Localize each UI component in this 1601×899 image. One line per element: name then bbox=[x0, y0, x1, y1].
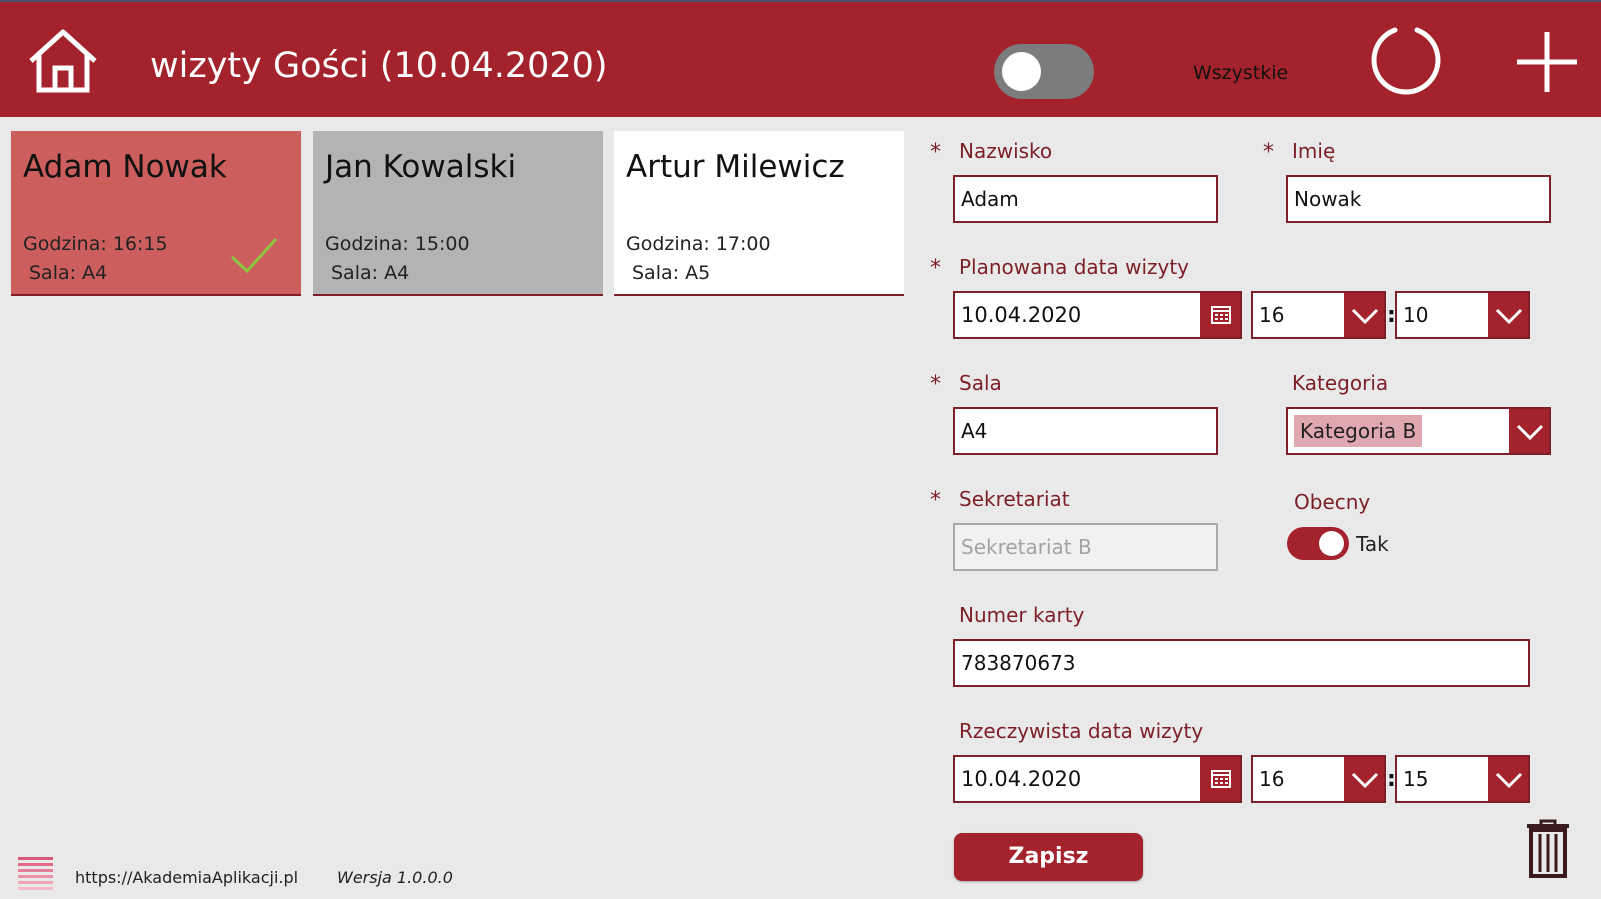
required-mark: * bbox=[930, 488, 941, 513]
add-icon[interactable] bbox=[1515, 30, 1579, 94]
required-mark: * bbox=[930, 256, 941, 281]
visitor-time: Godzina: 16:15 bbox=[23, 233, 168, 255]
visitor-name: Adam Nowak bbox=[23, 149, 227, 185]
actual-date-picker[interactable]: 10.04.2020 bbox=[953, 755, 1242, 803]
chevron-down-icon[interactable] bbox=[1488, 293, 1528, 337]
actual-date-value: 10.04.2020 bbox=[961, 767, 1082, 791]
show-all-label: Wszystkie bbox=[1193, 62, 1289, 84]
nazwisko-label: Nazwisko bbox=[959, 139, 1053, 163]
planned-date-value: 10.04.2020 bbox=[961, 303, 1082, 327]
visitor-time: Godzina: 15:00 bbox=[325, 233, 470, 255]
chevron-down-icon[interactable] bbox=[1344, 757, 1384, 801]
website-link[interactable]: https://AkademiaAplikacji.pl bbox=[75, 868, 298, 887]
required-mark: * bbox=[930, 140, 941, 165]
chevron-down-icon[interactable] bbox=[1488, 757, 1528, 801]
actual-minute-dropdown[interactable]: 15 bbox=[1395, 755, 1530, 803]
obecny-toggle[interactable] bbox=[1287, 527, 1349, 560]
actual-date-label: Rzeczywista data wizyty bbox=[959, 719, 1204, 743]
chevron-down-icon[interactable] bbox=[1344, 293, 1384, 337]
kategoria-selected-chip: Kategoria B bbox=[1294, 415, 1423, 447]
sekretariat-label: Sekretariat bbox=[959, 487, 1070, 511]
visitor-name: Jan Kowalski bbox=[325, 149, 517, 185]
imie-input[interactable]: Nowak bbox=[1286, 175, 1551, 223]
visitor-time: Godzina: 17:00 bbox=[626, 233, 771, 255]
obecny-value: Tak bbox=[1356, 532, 1389, 556]
visitor-card[interactable]: Jan Kowalski Godzina: 15:00 Sala: A4 bbox=[313, 131, 603, 296]
sekretariat-input: Sekretariat B bbox=[953, 523, 1218, 571]
planned-hour-value: 16 bbox=[1259, 303, 1285, 327]
visitor-card[interactable]: Adam Nowak Godzina: 16:15 Sala: A4 bbox=[11, 131, 301, 296]
planned-minute-dropdown[interactable]: 10 bbox=[1395, 291, 1530, 339]
sala-input[interactable]: A4 bbox=[953, 407, 1218, 455]
imie-label: Imię bbox=[1292, 139, 1336, 163]
sala-label: Sala bbox=[959, 371, 1002, 395]
nazwisko-input[interactable]: Adam bbox=[953, 175, 1218, 223]
logo-icon bbox=[18, 857, 53, 895]
planned-date-label: Planowana data wizyty bbox=[959, 255, 1190, 279]
visitor-card[interactable]: Artur Milewicz Godzina: 17:00 Sala: A5 bbox=[614, 131, 904, 296]
visitor-name: Artur Milewicz bbox=[626, 149, 845, 185]
numer-karty-input[interactable]: 783870673 bbox=[953, 639, 1530, 687]
numer-karty-label: Numer karty bbox=[959, 603, 1085, 627]
planned-hour-dropdown[interactable]: 16 bbox=[1251, 291, 1386, 339]
actual-hour-value: 16 bbox=[1259, 767, 1285, 791]
kategoria-label: Kategoria bbox=[1292, 371, 1389, 395]
calendar-icon[interactable] bbox=[1200, 757, 1240, 801]
visitor-room: Sala: A5 bbox=[632, 262, 711, 284]
required-mark: * bbox=[1263, 140, 1274, 165]
visitor-room: Sala: A4 bbox=[29, 262, 108, 284]
actual-minute-value: 15 bbox=[1403, 767, 1429, 791]
page-title: wizyty Gości (10.04.2020) bbox=[150, 46, 608, 86]
app-header: wizyty Gości (10.04.2020) Wszystkie bbox=[0, 0, 1601, 117]
obecny-label: Obecny bbox=[1294, 490, 1371, 514]
refresh-icon[interactable] bbox=[1367, 22, 1445, 100]
calendar-icon[interactable] bbox=[1200, 293, 1240, 337]
home-icon[interactable] bbox=[27, 28, 99, 94]
required-mark: * bbox=[930, 372, 941, 397]
actual-hour-dropdown[interactable]: 16 bbox=[1251, 755, 1386, 803]
show-all-toggle[interactable] bbox=[994, 44, 1094, 99]
trash-icon[interactable] bbox=[1525, 818, 1571, 878]
check-icon bbox=[229, 235, 279, 279]
planned-minute-value: 10 bbox=[1403, 303, 1429, 327]
version-label: Wersja 1.0.0.0 bbox=[337, 868, 453, 887]
kategoria-combobox[interactable]: Kategoria B bbox=[1286, 407, 1551, 455]
planned-date-picker[interactable]: 10.04.2020 bbox=[953, 291, 1242, 339]
visitor-room: Sala: A4 bbox=[331, 262, 410, 284]
chevron-down-icon[interactable] bbox=[1509, 409, 1549, 453]
save-button[interactable]: Zapisz bbox=[954, 833, 1143, 881]
